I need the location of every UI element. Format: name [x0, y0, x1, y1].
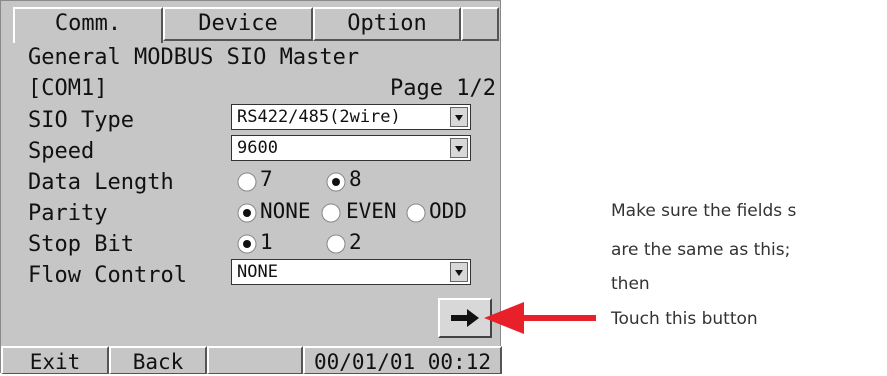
back-button[interactable]: Back [109, 346, 207, 374]
page-title: General MODBUS SIO Master [28, 45, 360, 70]
stop-bit-2-label: 2 [349, 230, 362, 254]
exit-button[interactable]: Exit [1, 346, 109, 374]
right-arrow-icon [451, 309, 479, 327]
data-length-7-label: 7 [260, 167, 273, 191]
page-indicator: Page 1/2 [390, 76, 496, 101]
data-length-7-radio[interactable] [237, 172, 257, 192]
tab-device[interactable]: Device [163, 7, 313, 41]
sio-type-label: SIO Type [28, 108, 134, 133]
tab-extra[interactable] [461, 7, 499, 41]
chevron-down-icon[interactable] [450, 107, 468, 127]
stop-bit-2-radio[interactable] [326, 234, 346, 254]
flow-control-select[interactable]: NONE [231, 259, 471, 285]
stop-bit-1-label: 1 [260, 230, 273, 254]
parity-label: Parity [28, 201, 108, 226]
parity-none-label: NONE [260, 199, 311, 223]
parity-odd-radio[interactable] [406, 203, 426, 223]
tab-bar: Comm. Device Option [1, 1, 502, 43]
tab-option[interactable]: Option [313, 7, 461, 41]
port-label: [COM1] [28, 76, 108, 101]
speed-label: Speed [28, 139, 95, 164]
parity-even-label: EVEN [346, 199, 397, 223]
bottom-bar: Exit Back 00/01/01 00:12 [1, 346, 502, 374]
parity-even-radio[interactable] [321, 203, 341, 223]
chevron-down-icon[interactable] [450, 262, 468, 282]
annotation-line-2: are the same as this; [611, 240, 791, 260]
tab-comm[interactable]: Comm. [13, 7, 163, 43]
flow-control-value: NONE [237, 262, 278, 282]
annotation-line-1: Make sure the fields s [611, 201, 797, 221]
data-length-8-label: 8 [349, 167, 362, 191]
sio-type-value: RS422/485(2wire) [237, 107, 401, 127]
data-length-8-radio[interactable] [326, 172, 346, 192]
chevron-down-icon[interactable] [450, 138, 468, 158]
sio-type-select[interactable]: RS422/485(2wire) [231, 104, 471, 130]
annotation-line-3: then [611, 274, 650, 294]
flow-control-label: Flow Control [28, 263, 187, 288]
annotation-line-4: Touch this button [611, 309, 758, 329]
speed-value: 9600 [237, 138, 278, 158]
data-length-label: Data Length [28, 170, 174, 195]
callout-arrow-icon [484, 302, 596, 334]
speed-select[interactable]: 9600 [231, 135, 471, 161]
parity-odd-label: ODD [429, 199, 467, 223]
settings-panel: Comm. Device Option General MODBUS SIO M… [0, 0, 502, 374]
parity-none-radio[interactable] [237, 203, 257, 223]
stop-bit-label: Stop Bit [28, 232, 134, 257]
datetime-display: 00/01/01 00:12 [303, 346, 502, 374]
stop-bit-1-radio[interactable] [237, 234, 257, 254]
blank-button[interactable] [207, 346, 303, 374]
